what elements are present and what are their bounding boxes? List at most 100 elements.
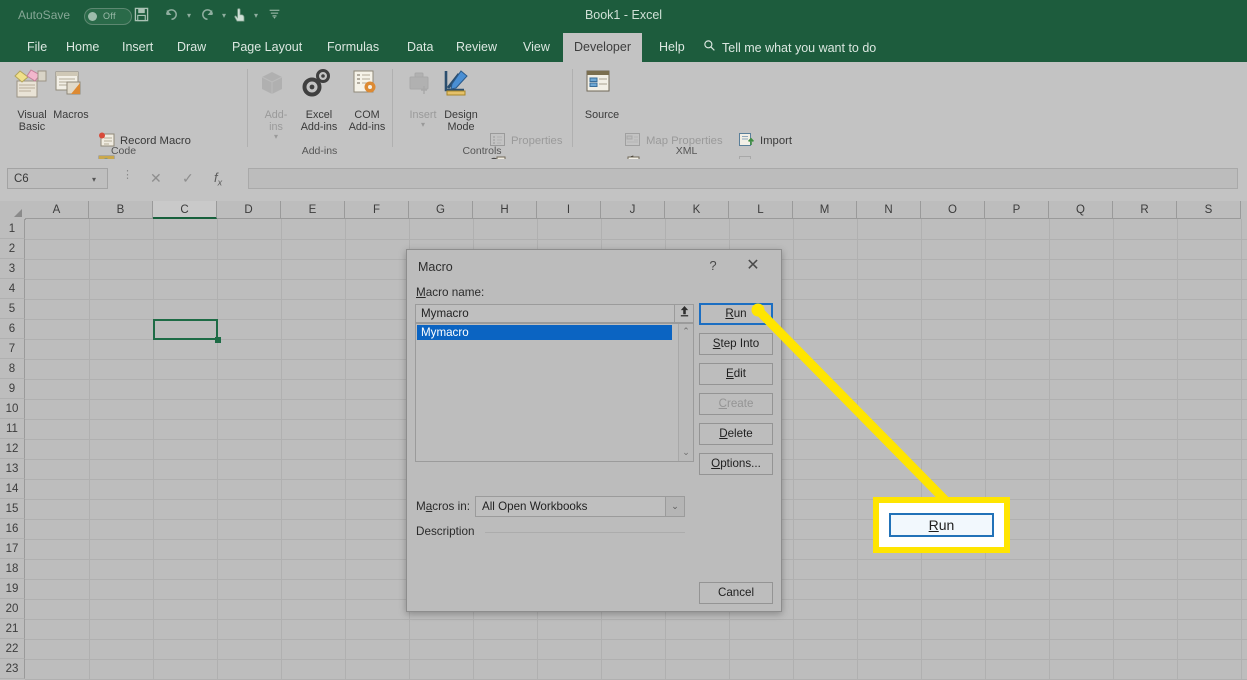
row-header-5[interactable]: 5 bbox=[0, 299, 25, 319]
ribbon-button-label2: Add-ins bbox=[348, 121, 386, 133]
row-header-2[interactable]: 2 bbox=[0, 239, 25, 259]
row-header-12[interactable]: 12 bbox=[0, 439, 25, 459]
row-header-9[interactable]: 9 bbox=[0, 379, 25, 399]
row-header-1[interactable]: 1 bbox=[0, 219, 25, 239]
column-header-M[interactable]: M bbox=[793, 201, 857, 219]
cancel-x-icon[interactable]: ✕ bbox=[150, 170, 162, 187]
grid-column-line bbox=[153, 219, 154, 680]
row-header-17[interactable]: 17 bbox=[0, 539, 25, 559]
step-into-button[interactable]: Step Into bbox=[699, 333, 773, 355]
edit-button[interactable]: Edit bbox=[699, 363, 773, 385]
column-header-R[interactable]: R bbox=[1113, 201, 1177, 219]
tab-insert[interactable]: Insert bbox=[111, 33, 164, 62]
help-icon[interactable]: ? bbox=[703, 258, 723, 273]
tab-view[interactable]: View bbox=[512, 33, 561, 62]
ribbon-button-exceladd-ins[interactable]: Excel Add-ins bbox=[292, 68, 346, 133]
column-header-O[interactable]: O bbox=[921, 201, 985, 219]
column-header-H[interactable]: H bbox=[473, 201, 537, 219]
upload-arrow-icon[interactable] bbox=[674, 304, 694, 323]
row-header-7[interactable]: 7 bbox=[0, 339, 25, 359]
row-header-20[interactable]: 20 bbox=[0, 599, 25, 619]
row-header-14[interactable]: 14 bbox=[0, 479, 25, 499]
insert-function-icon[interactable]: fx bbox=[214, 170, 222, 188]
row-header-22[interactable]: 22 bbox=[0, 639, 25, 659]
tab-data[interactable]: Data bbox=[396, 33, 444, 62]
fill-handle[interactable] bbox=[215, 337, 221, 343]
run-button[interactable]: Run bbox=[699, 303, 773, 325]
close-icon[interactable]: ✕ bbox=[741, 256, 765, 278]
tab-developer[interactable]: Developer bbox=[563, 33, 642, 62]
column-header-B[interactable]: B bbox=[89, 201, 153, 219]
select-all-corner[interactable] bbox=[0, 201, 26, 220]
row-header-8[interactable]: 8 bbox=[0, 359, 25, 379]
column-header-F[interactable]: F bbox=[345, 201, 409, 219]
enter-check-icon[interactable]: ✓ bbox=[182, 170, 194, 187]
row-header-3[interactable]: 3 bbox=[0, 259, 25, 279]
row-header-18[interactable]: 18 bbox=[0, 559, 25, 579]
tab-review[interactable]: Review bbox=[445, 33, 508, 62]
grid-row-line bbox=[25, 639, 1247, 640]
button-label: tep Into bbox=[720, 337, 760, 350]
tab-home[interactable]: Home bbox=[55, 33, 110, 62]
column-header-L[interactable]: L bbox=[729, 201, 793, 219]
column-header-N[interactable]: N bbox=[857, 201, 921, 219]
scroll-down-icon[interactable]: ⌄ bbox=[679, 446, 693, 460]
callout-run-button[interactable]: Run bbox=[889, 513, 994, 537]
ribbon-button-source[interactable]: Source bbox=[575, 68, 629, 121]
scroll-up-icon[interactable]: ⌃ bbox=[679, 325, 693, 339]
column-header-C[interactable]: C bbox=[153, 201, 217, 219]
column-header-A[interactable]: A bbox=[25, 201, 89, 219]
row-header-10[interactable]: 10 bbox=[0, 399, 25, 419]
ribbon-button-macros[interactable]: Macros bbox=[44, 68, 98, 121]
column-header-E[interactable]: E bbox=[281, 201, 345, 219]
tab-file[interactable]: File bbox=[16, 33, 58, 62]
ribbon-button-record-macro[interactable]: Record Macro bbox=[98, 132, 191, 150]
row-header-21[interactable]: 21 bbox=[0, 619, 25, 639]
column-header-I[interactable]: I bbox=[537, 201, 601, 219]
row-header-11[interactable]: 11 bbox=[0, 419, 25, 439]
macro-listbox[interactable]: Mymacro ⌃ ⌄ bbox=[415, 323, 694, 462]
row-header-13[interactable]: 13 bbox=[0, 459, 25, 479]
macros-in-select[interactable]: All Open Workbooks bbox=[475, 496, 685, 517]
ribbon-button-comadd-ins[interactable]: COM Add-ins bbox=[340, 68, 394, 133]
selected-cell[interactable] bbox=[153, 319, 218, 340]
tab-page-layout[interactable]: Page Layout bbox=[221, 33, 313, 62]
formula-bar-grip: ⋮ bbox=[122, 169, 133, 181]
row-header-6[interactable]: 6 bbox=[0, 319, 25, 339]
column-header-D[interactable]: D bbox=[217, 201, 281, 219]
tab-draw[interactable]: Draw bbox=[166, 33, 217, 62]
tell-me-search[interactable]: Tell me what you want to do bbox=[703, 33, 876, 62]
grid-column-line bbox=[1177, 219, 1178, 680]
accelerator-letter: D bbox=[719, 427, 728, 440]
row-header-23[interactable]: 23 bbox=[0, 659, 25, 679]
ribbon-button-import[interactable]: Import bbox=[738, 132, 792, 150]
macro-name-label: Macro name: bbox=[416, 286, 485, 299]
cancel-button[interactable]: Cancel bbox=[699, 582, 773, 604]
formula-input[interactable] bbox=[248, 168, 1238, 189]
ribbon-button-label: COM bbox=[354, 109, 380, 121]
ribbon-button-map-properties: Map Properties bbox=[624, 132, 723, 150]
list-item[interactable]: Mymacro bbox=[417, 325, 672, 340]
options-button[interactable]: Options... bbox=[699, 453, 773, 475]
delete-button[interactable]: Delete bbox=[699, 423, 773, 445]
row-header-15[interactable]: 15 bbox=[0, 499, 25, 519]
tab-help[interactable]: Help bbox=[648, 33, 696, 62]
row-header-4[interactable]: 4 bbox=[0, 279, 25, 299]
column-header-G[interactable]: G bbox=[409, 201, 473, 219]
title-bar: AutoSave Off ▾ ▾ ▾ Book1 - Excel bbox=[0, 0, 1247, 33]
column-header-J[interactable]: J bbox=[601, 201, 665, 219]
grid-row-line bbox=[25, 619, 1247, 620]
column-header-K[interactable]: K bbox=[665, 201, 729, 219]
column-header-P[interactable]: P bbox=[985, 201, 1049, 219]
row-header-16[interactable]: 16 bbox=[0, 519, 25, 539]
column-header-S[interactable]: S bbox=[1177, 201, 1241, 219]
listbox-scrollbar[interactable]: ⌃ ⌄ bbox=[678, 324, 693, 461]
tab-formulas[interactable]: Formulas bbox=[316, 33, 390, 62]
name-box-caret-icon[interactable]: ▾ bbox=[92, 175, 96, 184]
row-header-19[interactable]: 19 bbox=[0, 579, 25, 599]
macro-name-input[interactable]: Mymacro bbox=[415, 304, 675, 323]
ribbon-button-label: Map Properties bbox=[646, 135, 723, 147]
column-header-Q[interactable]: Q bbox=[1049, 201, 1113, 219]
ribbon-button-designmode[interactable]: Design Mode bbox=[434, 68, 488, 133]
chevron-down-icon[interactable]: ⌄ bbox=[665, 496, 685, 517]
